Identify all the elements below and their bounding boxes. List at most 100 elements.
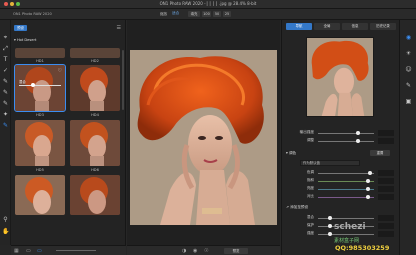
watermark-qq: QQ:985303259 bbox=[334, 244, 391, 252]
thumb-image bbox=[70, 65, 120, 111]
tab-global[interactable]: 全局 bbox=[314, 23, 340, 30]
before-after-icon[interactable]: ◑ bbox=[182, 248, 186, 254]
mode-dropdown[interactable]: 作为默认值 bbox=[300, 160, 360, 166]
slider-output-strength[interactable]: 输出强度 bbox=[286, 130, 396, 136]
grid-view-icon[interactable]: ▦ bbox=[14, 248, 19, 254]
image-canvas[interactable] bbox=[127, 20, 280, 245]
compare-view-icon[interactable]: ▭ bbox=[37, 248, 42, 254]
slider-value[interactable] bbox=[378, 223, 394, 229]
slider-value[interactable] bbox=[378, 194, 394, 200]
slider-knob[interactable] bbox=[356, 139, 360, 143]
slider-value[interactable] bbox=[378, 215, 394, 221]
section-title: 调色 bbox=[288, 151, 297, 155]
preset-thumb-hd7[interactable] bbox=[15, 175, 65, 215]
tab-info[interactable]: 信息 bbox=[342, 23, 368, 30]
zoom-fill-button[interactable]: 填充 bbox=[188, 11, 200, 17]
slider-adjust[interactable]: 调整 bbox=[286, 138, 396, 144]
slider-track[interactable] bbox=[318, 179, 374, 183]
local-module-icon[interactable]: ✎ bbox=[405, 82, 412, 89]
browser-footer: ▦ ▭ ▭ bbox=[11, 245, 126, 255]
preset-thumb-hd8[interactable] bbox=[70, 175, 120, 215]
develop-module-icon[interactable]: ◉ bbox=[405, 34, 412, 41]
slider-value[interactable] bbox=[378, 138, 394, 144]
slider-knob[interactable] bbox=[328, 216, 332, 220]
zoom-100-button[interactable]: 100 bbox=[202, 11, 211, 17]
window-title: ON1 Photo RAW 2020 - ▏▏▏▏.jpg @ 28.4% 8-… bbox=[159, 1, 257, 6]
preset-browser: 预设 ☰ ▾ Hot Desert HD1 HD2 ♡ 混合 HD3 HD4 H… bbox=[11, 20, 126, 245]
tab-navigator[interactable]: 导航 bbox=[286, 23, 312, 30]
preset-thumb-top-1[interactable] bbox=[15, 48, 65, 58]
hand-tool-icon[interactable]: ✋ bbox=[2, 228, 9, 235]
browser-scrollbar[interactable] bbox=[122, 50, 124, 110]
preset-label: HD3 bbox=[36, 113, 44, 117]
zoom-tool-icon[interactable]: ⚲ bbox=[2, 216, 9, 223]
preset-category-row[interactable]: ▾ Hot Desert bbox=[14, 38, 123, 44]
crop-icon[interactable]: ⌖ bbox=[2, 34, 9, 41]
list-view-icon[interactable]: ☰ bbox=[117, 25, 121, 31]
slider-knob[interactable] bbox=[356, 131, 360, 135]
slider-knob[interactable] bbox=[366, 187, 370, 191]
add-preset-row[interactable]: ↗ 添加至预设 bbox=[286, 205, 396, 210]
slider-saturation[interactable]: 饱和 bbox=[286, 178, 396, 184]
thumb-size-slider[interactable] bbox=[56, 250, 96, 251]
tab-history[interactable]: 历史记录 bbox=[370, 23, 396, 30]
zoom-50-button[interactable]: 50 bbox=[213, 11, 221, 17]
brush-icon[interactable]: ✓ bbox=[2, 67, 9, 74]
favorite-heart-icon[interactable]: ♡ bbox=[58, 68, 62, 74]
preset-thumb-hd5[interactable] bbox=[15, 120, 65, 166]
wand-icon[interactable]: ✦ bbox=[2, 111, 9, 118]
slider-value[interactable] bbox=[378, 178, 394, 184]
slider-value[interactable] bbox=[378, 170, 394, 176]
effects-module-icon[interactable]: ☀ bbox=[405, 50, 412, 57]
slider-label: 输出强度 bbox=[299, 130, 314, 134]
thumb-image bbox=[70, 175, 120, 215]
stamp-icon[interactable]: ✎ bbox=[2, 100, 9, 107]
slider-blend[interactable]: 混合 bbox=[286, 215, 396, 221]
slider-value[interactable] bbox=[378, 186, 394, 192]
resize-module-icon[interactable]: ▣ bbox=[405, 98, 412, 105]
text-icon[interactable]: T bbox=[2, 56, 9, 63]
navigator-preview[interactable] bbox=[306, 37, 374, 117]
preset-thumb-hd4[interactable] bbox=[70, 65, 120, 111]
slider-value[interactable] bbox=[378, 130, 394, 136]
slider-value[interactable] bbox=[378, 231, 394, 237]
slider-knob[interactable] bbox=[328, 224, 332, 228]
slider-track[interactable] bbox=[318, 195, 374, 199]
eye-icon[interactable]: ☉ bbox=[204, 248, 208, 254]
single-view-icon[interactable]: ▭ bbox=[26, 248, 31, 254]
slider-track[interactable] bbox=[318, 216, 374, 220]
slider-track[interactable] bbox=[318, 232, 374, 236]
preset-thumb-hd3[interactable]: ♡ 混合 bbox=[14, 64, 66, 112]
slider-knob[interactable] bbox=[366, 179, 370, 183]
zoom-25-button[interactable]: 25 bbox=[223, 11, 231, 17]
preset-thumb-hd6[interactable] bbox=[70, 120, 120, 166]
slider-contrast[interactable]: 对比 bbox=[286, 194, 396, 200]
zoom-label: 缩放 bbox=[160, 12, 168, 16]
slider-knob[interactable] bbox=[368, 171, 372, 175]
preview-button[interactable]: 预览 bbox=[224, 248, 248, 254]
refine-brush-icon[interactable]: ✎ bbox=[2, 122, 9, 129]
slider-knob[interactable] bbox=[366, 195, 370, 199]
slider-label: 调整 bbox=[306, 138, 314, 142]
tab-presets[interactable]: 预设 bbox=[14, 25, 27, 31]
add-preset-label: ↗ 添加至预设 bbox=[286, 205, 309, 209]
zoom-select[interactable]: 适合 bbox=[172, 11, 186, 17]
app-window: ON1 Photo RAW 2020 - ▏▏▏▏.jpg @ 28.4% 8-… bbox=[0, 0, 416, 255]
reset-button[interactable]: 重置 bbox=[370, 150, 390, 156]
slider-track[interactable] bbox=[318, 139, 374, 143]
slider-label: 饱和 bbox=[306, 178, 314, 182]
portrait-module-icon[interactable]: ☺ bbox=[405, 66, 412, 73]
pencil-icon[interactable]: ✎ bbox=[2, 78, 9, 85]
mask-view-icon[interactable]: ◉ bbox=[193, 248, 197, 254]
slider-brightness[interactable]: 亮度 bbox=[286, 186, 396, 192]
slider-track[interactable] bbox=[318, 171, 374, 175]
preset-thumb-top-2[interactable] bbox=[70, 48, 120, 58]
slider-knob[interactable] bbox=[328, 232, 332, 236]
blend-slider[interactable] bbox=[19, 83, 61, 87]
slider-track[interactable] bbox=[318, 131, 374, 135]
slider-hue[interactable]: 色调 bbox=[286, 170, 396, 176]
eraser-icon[interactable]: ✎ bbox=[2, 89, 9, 96]
slider-track[interactable] bbox=[318, 187, 374, 191]
slider-label: 色调 bbox=[306, 170, 314, 174]
transform-icon[interactable]: ⤢ bbox=[2, 45, 9, 52]
